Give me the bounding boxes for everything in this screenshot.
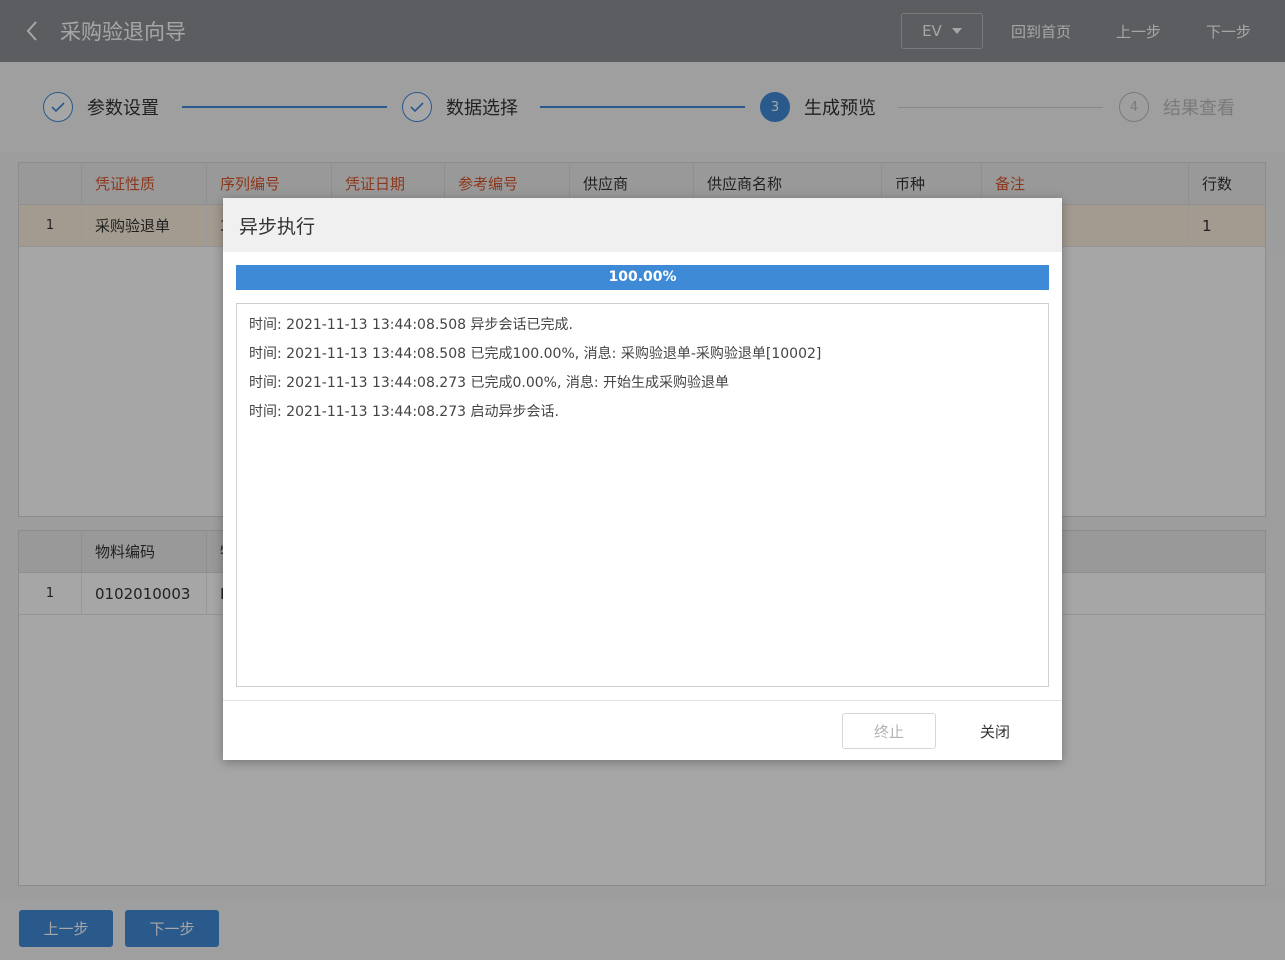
stop-button[interactable]: 终止 [842, 713, 936, 749]
progress-text: 100.00% [608, 269, 677, 285]
dialog-footer: 终止 关闭 [223, 700, 1062, 760]
log-line: 时间: 2021-11-13 13:44:08.273 已完成0.00%, 消息… [249, 375, 730, 391]
log-line: 时间: 2021-11-13 13:44:08.273 启动异步会话. [249, 404, 559, 420]
log-line: 时间: 2021-11-13 13:44:08.508 异步会话已完成. [249, 317, 573, 333]
log-panel[interactable]: 时间: 2021-11-13 13:44:08.508 异步会话已完成. 时间:… [236, 303, 1049, 687]
async-execution-dialog: 异步执行 100.00% 时间: 2021-11-13 13:44:08.508… [223, 198, 1062, 760]
progress-bar: 100.00% [236, 265, 1049, 290]
close-button[interactable]: 关闭 [953, 713, 1037, 749]
log-line: 时间: 2021-11-13 13:44:08.508 已完成100.00%, … [249, 346, 822, 362]
dialog-title: 异步执行 [223, 198, 1062, 252]
